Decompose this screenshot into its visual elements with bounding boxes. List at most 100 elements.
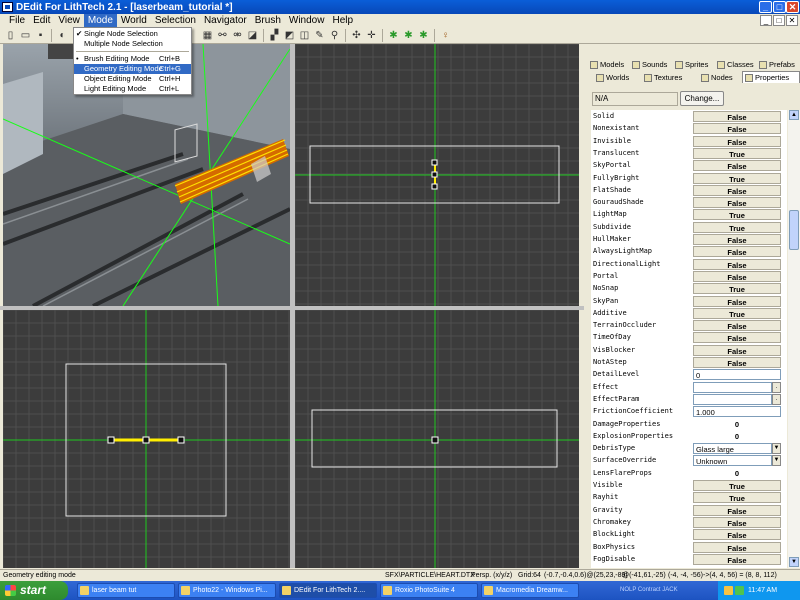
property-value[interactable] (693, 381, 772, 393)
property-value[interactable]: Glass large (693, 443, 772, 455)
property-value[interactable]: True (693, 307, 781, 319)
green-star-icon-3[interactable]: ✱ (417, 29, 430, 42)
tab-properties[interactable]: Properties (742, 71, 800, 83)
minimize-button[interactable]: _ (759, 1, 772, 13)
property-value[interactable]: False (693, 123, 781, 135)
browse-button[interactable]: . (772, 393, 781, 405)
property-value[interactable]: False (693, 344, 781, 356)
menu-help[interactable]: Help (328, 14, 357, 27)
task-photo-viewer[interactable]: Photo22 - Windows Pi... (178, 583, 276, 598)
property-value[interactable]: True (693, 283, 781, 295)
unlink-icon[interactable]: ⚮ (231, 29, 244, 42)
menu-brush-editing-mode[interactable]: • Brush Editing Mode Ctrl+B (74, 54, 191, 64)
property-value[interactable]: 0 (693, 431, 781, 442)
property-value[interactable]: False (693, 258, 781, 270)
property-value[interactable]: False (693, 529, 781, 541)
menu-navigator[interactable]: Navigator (200, 14, 251, 27)
menu-file[interactable]: File (5, 14, 29, 27)
dedit-app-icon[interactable] (2, 2, 13, 12)
menu-selection[interactable]: Selection (151, 14, 200, 27)
rotate-icon[interactable]: ✛ (365, 29, 378, 42)
tab-classes[interactable]: Classes (715, 59, 761, 71)
save-icon[interactable]: ▪ (34, 29, 47, 42)
property-value[interactable]: 0 (693, 468, 781, 479)
menu-multiple-node-selection[interactable]: Multiple Node Selection (74, 39, 191, 49)
property-value[interactable]: False (693, 184, 781, 196)
property-value[interactable]: Unknown (693, 455, 772, 467)
menu-world[interactable]: World (117, 14, 151, 27)
clock[interactable]: 11:47 AM (748, 587, 777, 594)
property-value[interactable]: False (693, 320, 781, 332)
tab-prefabs[interactable]: Prefabs (757, 59, 800, 71)
undo-icon[interactable]: ◐ (56, 29, 69, 42)
green-star-icon-2[interactable]: ✱ (402, 29, 415, 42)
menu-single-node-selection[interactable]: ✔ Single Node Selection (74, 29, 191, 39)
pencil-icon[interactable]: ✎ (313, 29, 326, 42)
property-value[interactable]: False (693, 234, 781, 245)
property-value[interactable]: False (693, 332, 781, 344)
link-icon[interactable]: ⚯ (216, 29, 229, 42)
menu-light-editing-mode[interactable]: Light Editing Mode Ctrl+L (74, 84, 191, 94)
properties-scrollbar[interactable]: ▲ ▼ (788, 110, 800, 568)
property-value[interactable]: True (693, 221, 781, 233)
property-value[interactable]: False (693, 197, 781, 209)
task-roxio-photosuite[interactable]: Roxio PhotoSuite 4 (380, 583, 478, 598)
top-viewport[interactable] (295, 44, 579, 306)
tab-sounds[interactable]: Sounds (630, 59, 676, 71)
mdi-close-button[interactable]: ✕ (786, 15, 798, 26)
magnet-icon[interactable]: ⚲ (328, 29, 341, 42)
property-value[interactable]: False (693, 553, 781, 565)
property-value[interactable]: True (693, 209, 781, 221)
property-value[interactable]: False (693, 135, 781, 147)
tray-network-icon[interactable] (735, 586, 744, 595)
property-value[interactable]: False (693, 504, 781, 516)
tab-worlds[interactable]: Worlds (594, 72, 634, 84)
tab-sprites[interactable]: Sprites (673, 59, 719, 71)
property-value[interactable]: True (693, 147, 781, 159)
task-dreamweaver[interactable]: Macromedia Dreamw... (481, 583, 579, 598)
change-texture-button[interactable]: Change... (680, 91, 724, 106)
menu-geometry-editing-mode[interactable]: Geometry Editing Mode Ctrl+G (74, 64, 191, 74)
front-viewport[interactable] (3, 310, 290, 568)
task-dedit[interactable]: DEdit For LithTech 2.... (279, 583, 377, 598)
brush-icon[interactable]: ▞ (268, 29, 281, 42)
property-value[interactable]: True (693, 492, 781, 504)
property-value[interactable]: False (693, 246, 781, 258)
menu-view[interactable]: View (54, 14, 84, 27)
property-value[interactable]: False (693, 516, 781, 528)
scroll-thumb[interactable] (789, 210, 799, 250)
task-laser-beam-tut[interactable]: laser beam tut (77, 583, 175, 598)
open-icon[interactable]: ▭ (19, 29, 32, 42)
move-icon[interactable]: ✣ (350, 29, 363, 42)
close-button[interactable]: ✕ (786, 1, 799, 13)
new-icon[interactable]: ▯ (4, 29, 17, 42)
property-value[interactable]: True (693, 172, 781, 184)
property-value[interactable]: False (693, 111, 781, 122)
browse-button[interactable]: . (772, 381, 781, 393)
menu-mode[interactable]: Mode (83, 14, 117, 27)
property-value[interactable]: 1.000 (693, 406, 781, 418)
light-icon[interactable]: ♀ (439, 29, 452, 42)
start-button[interactable]: start (0, 581, 68, 600)
side-viewport[interactable] (295, 310, 579, 568)
menu-brush[interactable]: Brush (251, 14, 285, 27)
property-value[interactable]: False (693, 270, 781, 282)
maximize-button[interactable]: □ (773, 1, 786, 13)
viewport-splitter-vertical[interactable] (290, 44, 295, 568)
tray-app-icon[interactable] (724, 586, 733, 595)
green-star-icon[interactable]: ✱ (387, 29, 400, 42)
select-icon[interactable]: ▦ (201, 29, 214, 42)
property-value[interactable]: False (693, 357, 781, 368)
property-value[interactable]: False (693, 541, 781, 553)
property-value[interactable]: 0 (693, 419, 781, 430)
property-value[interactable]: True (693, 480, 781, 491)
hide-icon[interactable]: ◪ (246, 29, 259, 42)
property-value[interactable] (693, 393, 772, 405)
geometry-icon[interactable]: ◩ (283, 29, 296, 42)
property-value[interactable]: False (693, 160, 781, 172)
scroll-up-icon[interactable]: ▲ (789, 110, 799, 120)
tab-nodes[interactable]: Nodes (699, 72, 737, 84)
mdi-restore-button[interactable]: □ (773, 15, 785, 26)
property-value[interactable]: 0 (693, 369, 781, 381)
property-value[interactable]: False (693, 295, 781, 307)
